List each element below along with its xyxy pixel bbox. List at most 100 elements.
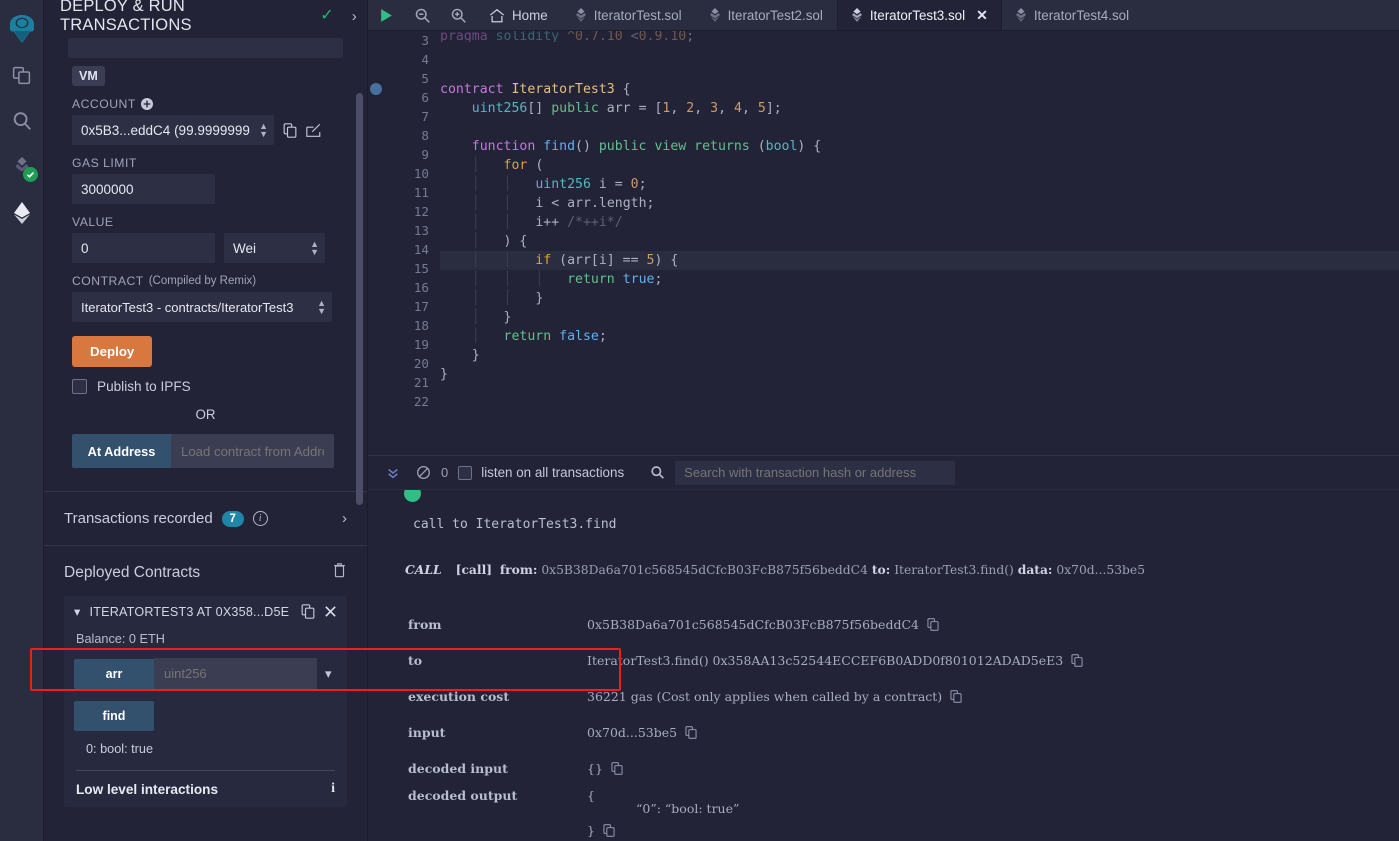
copy-icon[interactable] [950,690,962,703]
terminal-toolbar: 0 listen on all transactions [368,456,1399,490]
transactions-expand-icon[interactable]: › [342,510,347,527]
line-number: 8 [421,128,429,143]
row-value: 36221 gas (Cost only applies when called… [587,689,962,704]
tab-iteratortest-sol[interactable]: IteratorTest.sol [562,0,696,30]
zoom-out-icon[interactable] [404,0,440,30]
call-from-value: 0x5B38Da6a701c568545dCfcB03FcB875f56bedd… [541,563,868,577]
close-instance-icon[interactable] [324,605,337,618]
terminal-panel: 0 listen on all transactions call to Ite… [368,455,1399,841]
function-button-find[interactable]: find [74,701,154,731]
run-script-icon[interactable] [368,0,404,30]
panel-header: DEPLOY & RUN TRANSACTIONS ✓ › [44,0,367,34]
call-status-indicator [404,490,421,502]
line-number: 18 [413,318,429,333]
code-line: contract IteratorTest3 { [440,82,631,97]
call-summary-line[interactable]: call to IteratorTest3.find [413,517,617,532]
panel-expand-icon[interactable]: › [352,8,357,25]
code-line-highlighted: │ │ if (arr[i] == 5) { [440,251,1399,270]
transactions-info-icon[interactable]: i [252,511,268,526]
low-level-info-icon[interactable]: i [331,781,335,797]
at-address-input[interactable] [171,434,334,468]
chevron-down-icon[interactable]: ▾ [74,604,81,619]
search-icon[interactable] [0,98,44,144]
row-value: 0x70d...53be5 [587,725,697,740]
solidity-icon [575,8,587,22]
code-line: │ │ } [471,291,544,306]
value-unit-select[interactable]: Wei ▲ ▼ [224,233,325,263]
publish-ipfs-row: Publish to IPFS [72,379,351,394]
code-line: │ │ i++ /*++i*/ [471,215,623,230]
tab-iteratortest3-label: IteratorTest3.sol [869,7,966,23]
row-key: decoded output [408,788,518,803]
call-bracket: [call] [455,562,493,577]
row-key: decoded input [408,761,508,776]
contract-select[interactable]: IteratorTest3 - contracts/IteratorTest3 … [72,292,332,322]
line-number: 19 [413,337,429,352]
search-icon[interactable] [650,465,665,480]
trash-icon[interactable] [332,562,347,583]
solidity-compiler-icon[interactable] [0,144,44,190]
copy-account-icon[interactable] [283,122,297,138]
value-input[interactable]: 0 [72,233,215,263]
copy-contract-address-icon[interactable] [301,604,315,619]
tab-iteratortest2-sol[interactable]: IteratorTest2.sol [696,0,837,30]
call-from-key: from: [499,562,538,577]
contract-instance-title: ITERATORTEST3 AT 0X358...D5E [89,604,290,619]
tab-iteratortest3-sol[interactable]: IteratorTest3.sol ✕ [836,0,1002,30]
code-editor[interactable]: 3 4 5 6 7 8 9 10 11 12 13 14 15 16 17 18 [368,31,1399,455]
code-line: } [440,367,448,382]
collapse-terminal-icon[interactable] [378,466,408,480]
line-number: 6 [421,90,429,105]
copy-icon[interactable] [685,726,697,739]
breakpoint-gutter[interactable] [368,31,386,411]
code-line: │ │ │ return true; [471,272,663,287]
copy-icon[interactable] [1071,654,1083,667]
function-input-arr[interactable] [154,658,317,689]
clear-console-icon[interactable] [408,465,439,480]
row-value-text: 0x5B38Da6a701c568545dCfcB03FcB875f56bedd… [587,617,919,632]
deploy-button[interactable]: Deploy [72,336,153,367]
remix-logo[interactable] [0,6,44,52]
environment-select-cutoff[interactable] [68,38,343,58]
row-value-text: 0x70d...53be5 [587,725,678,740]
line-number: 16 [413,280,429,295]
code-content[interactable]: pragma solidity ^0.7.10 <0.9.10; contrac… [440,31,1399,411]
breakpoint-marker[interactable] [370,83,382,95]
transactions-recorded-row[interactable]: Transactions recorded 7 i › [60,492,351,545]
account-select[interactable]: 0x5B3...eddC4 (99.9999999 ▲ ▼ [72,115,274,145]
row-value-text: {} [587,761,603,776]
call-header-row[interactable]: CALL [call] from: 0x5B38Da6a701c568545dCf… [405,562,1145,577]
listen-all-transactions-checkbox[interactable] [458,465,473,480]
gas-limit-input[interactable]: 3000000 [72,174,215,204]
tab-iteratortest4-sol[interactable]: IteratorTest4.sol [1002,0,1143,30]
code-area[interactable]: 3 4 5 6 7 8 9 10 11 12 13 14 15 16 17 18 [368,31,1399,411]
panel-check-icon: ✓ [320,7,334,24]
terminal-search-input[interactable] [675,460,956,485]
copy-icon[interactable] [611,762,623,775]
tab-home[interactable]: Home [476,0,562,30]
add-account-icon[interactable] [140,98,153,110]
terminal-output[interactable]: call to IteratorTest3.find CALL [call] fr… [368,490,1399,841]
row-value-close: } [587,823,615,838]
zoom-in-icon[interactable] [440,0,476,30]
contract-sub-label: (Compiled by Remix) [148,275,257,287]
function-expand-icon-arr[interactable]: ▾ [325,666,332,682]
tab-iteratortest-label: IteratorTest.sol [593,7,682,23]
copy-icon[interactable] [927,618,939,631]
decoded-output-entry: “0”: “bool: true” [636,801,740,816]
publish-ipfs-checkbox[interactable] [72,379,87,394]
account-value: 0x5B3...eddC4 (99.9999999 [81,122,250,138]
close-tab-icon[interactable]: ✕ [976,7,988,24]
contract-instance-header[interactable]: ▾ ITERATORTEST3 AT 0X358...D5E [74,604,337,619]
line-number: 15 [413,261,429,276]
at-address-button[interactable]: At Address [72,434,171,468]
file-explorer-icon[interactable] [0,52,44,98]
copy-icon[interactable] [603,824,615,837]
sign-message-icon[interactable] [306,123,321,138]
panel-scrollbar[interactable] [356,93,363,505]
row-value-text: IteratorTest3.find() 0x358AA13c52544ECCE… [587,653,1064,668]
function-button-arr[interactable]: arr [74,658,154,689]
call-data-key: data: [1017,562,1053,577]
function-result-find: 0: bool: true [86,742,154,756]
deploy-run-icon[interactable] [0,190,44,236]
